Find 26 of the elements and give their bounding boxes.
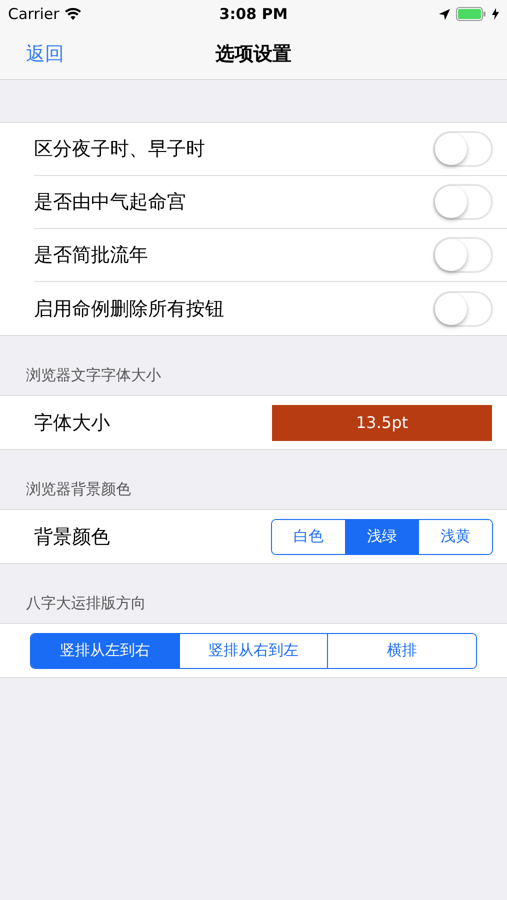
toggle-switch[interactable] bbox=[433, 290, 493, 326]
location-arrow-icon bbox=[439, 8, 450, 20]
toggle-switch[interactable] bbox=[433, 184, 493, 220]
toggle-switch[interactable] bbox=[433, 131, 493, 167]
setting-label: 背景颜色 bbox=[34, 524, 110, 550]
setting-label: 区分夜子时、早子时 bbox=[34, 137, 205, 162]
setting-label: 是否简批流年 bbox=[34, 243, 148, 268]
segment-option[interactable]: 竖排从左到右 bbox=[31, 634, 179, 668]
font-size-button[interactable]: 13.5pt bbox=[272, 404, 492, 440]
page-title: 选项设置 bbox=[216, 42, 292, 66]
toggle-switch[interactable] bbox=[433, 237, 493, 273]
status-time: 3:08 PM bbox=[219, 5, 288, 23]
battery-icon bbox=[456, 7, 486, 21]
section-header: 八字大运排版方向 bbox=[26, 594, 146, 613]
setting-label: 启用命例删除所有按钮 bbox=[34, 296, 224, 322]
section-header: 浏览器文字字体大小 bbox=[26, 366, 161, 385]
section-header: 浏览器背景颜色 bbox=[26, 480, 131, 499]
carrier-name: Carrier bbox=[8, 5, 60, 23]
segment-option[interactable]: 浅黄 bbox=[418, 520, 492, 554]
setting-label: 是否由中气起命宫 bbox=[34, 190, 186, 215]
wifi-icon bbox=[65, 8, 82, 20]
segment-option[interactable]: 浅绿 bbox=[344, 520, 418, 554]
back-button[interactable]: 返回 bbox=[0, 36, 90, 70]
charging-bolt-icon bbox=[492, 8, 499, 20]
setting-label: 字体大小 bbox=[34, 410, 110, 436]
segment-option[interactable]: 横排 bbox=[327, 634, 476, 668]
